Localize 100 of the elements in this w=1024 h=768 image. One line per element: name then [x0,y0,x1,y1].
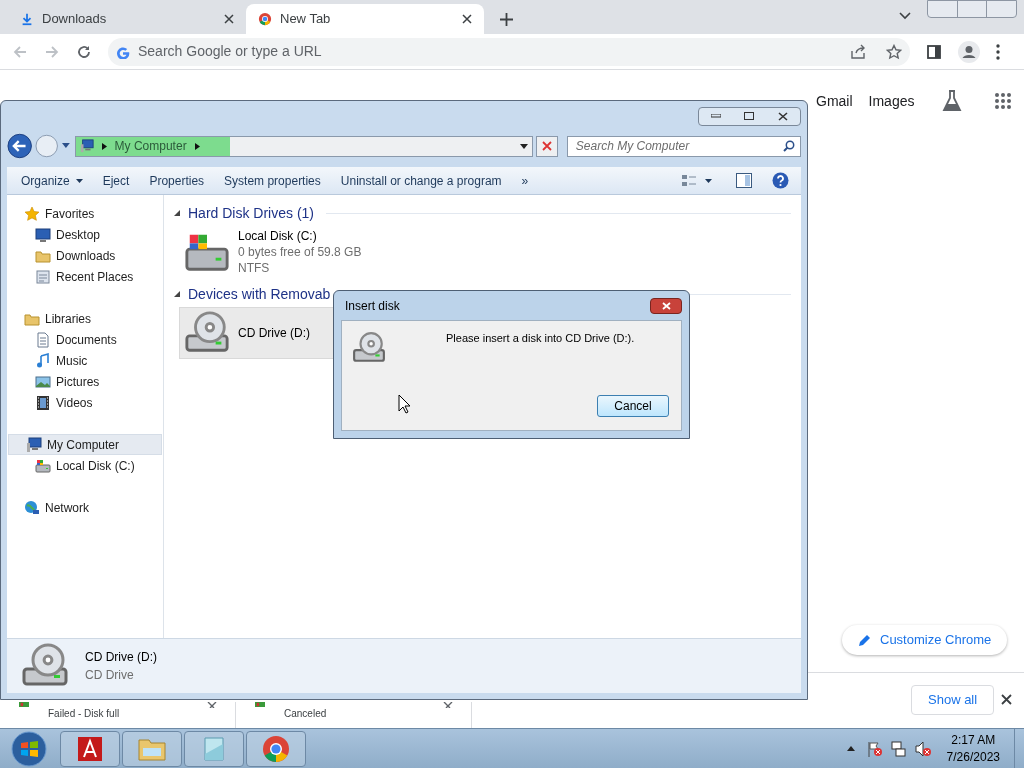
monitor-icon [35,226,51,243]
stop-button[interactable] [536,135,558,157]
mouse-cursor-icon [398,394,411,414]
search-field[interactable]: Search My Computer [566,135,801,157]
minimize-icon[interactable] [710,114,721,118]
arrow-icon [101,142,107,150]
new-tab-icon[interactable] [500,13,513,26]
nav-item[interactable]: Libraries [7,308,163,329]
caret-icon [75,178,83,183]
close-icon [542,141,553,151]
toolbar-button[interactable]: System properties [214,167,331,194]
chrome-logo-icon [258,12,272,26]
details-type: CD Drive [85,667,135,684]
close-icon[interactable] [778,111,789,121]
search-icon[interactable] [783,139,795,152]
profile-avatar-icon[interactable] [958,40,980,63]
flask-icon[interactable] [942,90,963,112]
download-icon [20,12,34,26]
computer-icon [26,436,42,453]
nav-item[interactable]: Network [7,497,163,518]
close-icon[interactable] [207,702,217,708]
toolbar-button[interactable]: Eject [92,167,140,194]
apps-grid-icon[interactable] [994,92,1013,110]
nav-item[interactable]: Pictures [7,371,163,392]
group-header[interactable]: Hard Disk Drives (1) [188,202,314,224]
address-field[interactable]: My Computer [74,135,534,157]
preview-pane-icon[interactable] [736,173,752,188]
image-icon [35,373,51,390]
clock-time[interactable]: 2:17 AM [951,731,996,749]
dialog-message: Please insert a disk into CD Drive (D:). [446,331,635,346]
taskbar-button[interactable] [60,730,120,767]
back-button[interactable] [7,133,33,159]
nav-item[interactable]: Videos [7,392,163,413]
details-name: CD Drive (D:) [85,649,157,666]
reload-icon[interactable] [76,43,92,60]
google-icon [116,44,130,59]
computer-icon [79,139,94,153]
nav-item[interactable]: Downloads [7,245,163,266]
close-icon[interactable] [1001,694,1012,705]
chevron-down-icon[interactable] [899,12,911,20]
close-icon[interactable] [462,14,472,24]
ntp-link[interactable]: Images [868,90,915,112]
file-icon [254,702,266,707]
cancel-button[interactable]: Cancel [597,395,669,417]
taskbar-button[interactable] [184,730,244,767]
download-status: Canceled [284,707,327,721]
view-options-icon[interactable] [682,173,712,188]
taskbar-button[interactable] [122,730,182,767]
close-button[interactable] [650,297,682,314]
network-icon[interactable] [890,740,907,757]
nav-item[interactable]: Music [7,350,163,371]
document-icon [35,331,51,348]
collapse-arrow-icon[interactable] [174,210,180,216]
browser-tab[interactable]: Downloads [8,4,246,34]
cd-drive-icon [352,331,386,365]
nav-item[interactable]: Desktop [7,224,163,245]
address-bar[interactable]: Search Google or type a URL [108,37,910,66]
group-header[interactable]: Devices with Removab [188,283,331,305]
menu-icon[interactable] [996,43,1000,60]
close-icon[interactable] [443,702,453,708]
share-icon[interactable] [850,43,866,60]
hard-drive-icon [35,457,51,474]
collapse-arrow-icon[interactable] [174,291,180,297]
toolbar-button[interactable]: Organize [11,167,93,194]
drive-info: 0 bytes free of 59.8 GB [238,244,362,260]
browser-tab[interactable]: New Tab [246,4,484,34]
side-panel-icon[interactable] [926,43,942,60]
nav-item[interactable]: Documents [7,329,163,350]
speaker-muted-icon[interactable] [914,740,931,757]
show-all-button[interactable]: Show all [911,685,995,715]
toolbar-button[interactable]: Properties [139,167,215,194]
customize-chrome-button[interactable]: Customize Chrome [842,625,1008,655]
film-icon [35,394,51,411]
file-icon [18,702,30,707]
nav-item[interactable]: Local Disk (C:) [7,455,163,476]
clock-date[interactable]: 7/26/2023 [946,748,1000,766]
toolbar-button[interactable]: » [511,167,539,194]
help-icon[interactable] [772,172,789,189]
chrome-app-icon [261,733,291,764]
maximize-icon[interactable] [744,112,755,120]
nav-item[interactable]: My Computer [8,434,162,455]
toolbar-button[interactable]: Uninstall or change a program [330,167,512,194]
pencil-icon [858,633,872,647]
show-hidden-icons-icon[interactable] [846,746,855,751]
star-icon[interactable] [886,43,902,60]
action-center-flag-icon[interactable] [866,740,883,757]
drive-name: CD Drive (D:) [238,325,310,341]
ntp-link[interactable]: Gmail [816,90,853,112]
arrow-icon [194,142,200,150]
nav-item[interactable]: Recent Places [7,266,163,287]
window-caption-buttons[interactable] [698,106,801,126]
nav-item[interactable]: Favorites [7,203,163,224]
dropdown-arrow-icon[interactable] [520,143,529,149]
drive-name: Local Disk (C:) [238,228,318,244]
close-icon[interactable] [224,14,234,24]
list-icon [35,268,51,285]
drive-info: NTFS [238,260,271,276]
taskbar-button[interactable] [246,730,306,767]
download-status: Failed - Disk full [48,707,120,721]
drive-item[interactable]: Local Disk (C:) 0 bytes free of 59.8 GB NTFS [179,226,429,278]
